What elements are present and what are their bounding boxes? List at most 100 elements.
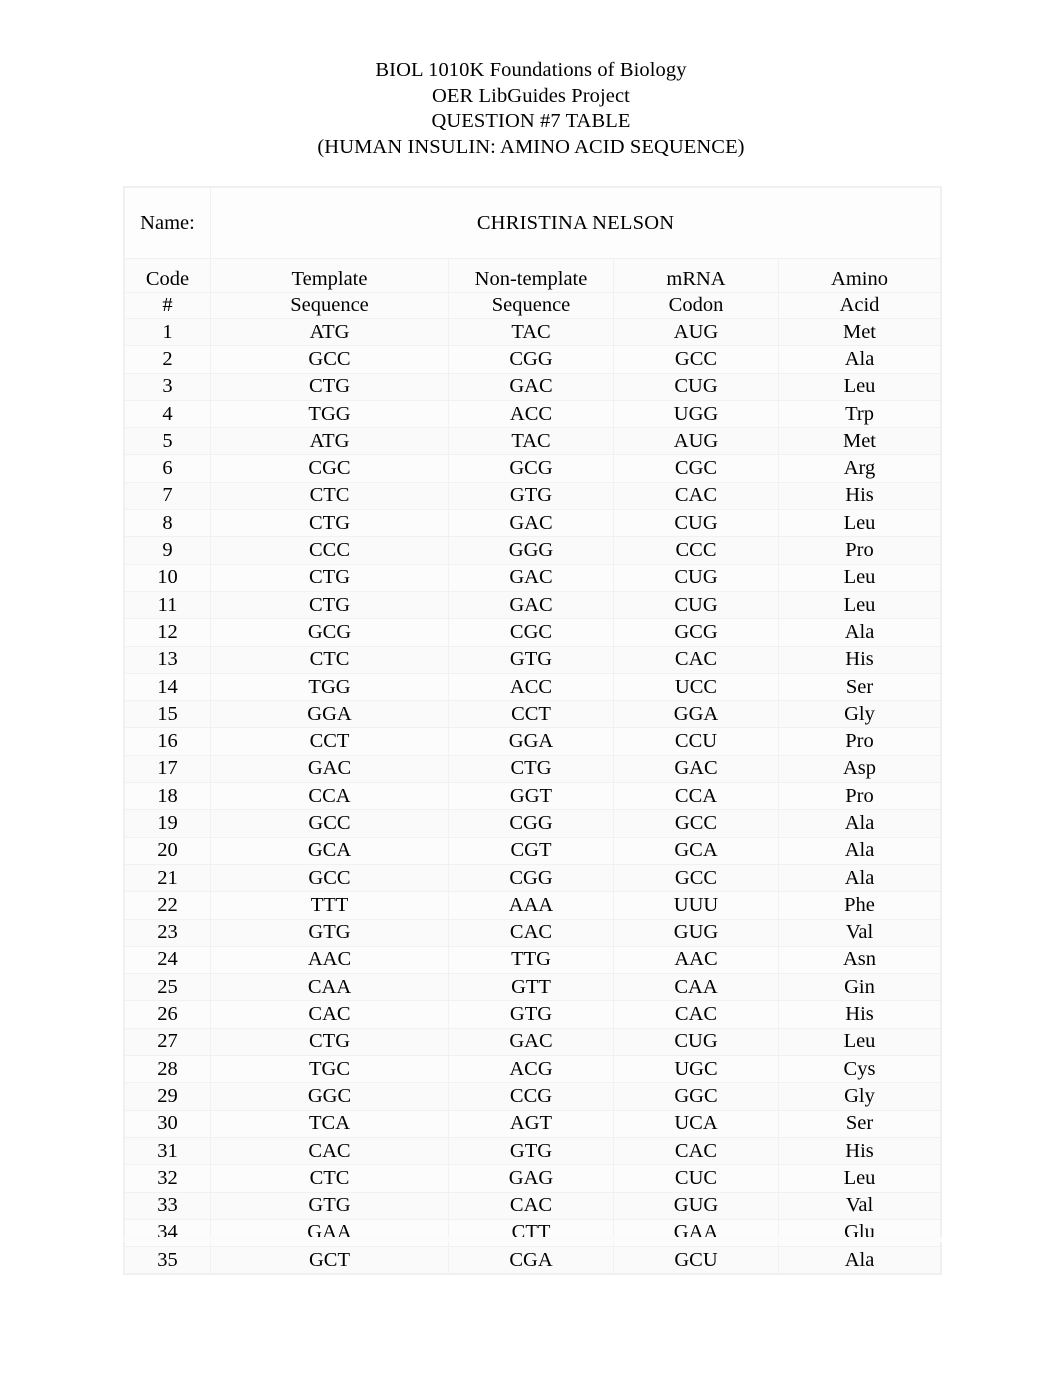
table-row: 31 CAC GTG CAC His (124, 1136, 942, 1166)
cell-code-number: 12 (124, 618, 211, 647)
cell-mrna-codon: AAC (613, 945, 779, 975)
cell-template-sequence: GCG (210, 618, 449, 647)
cell-nontemplate-sequence: ACC (448, 672, 614, 702)
cell-template-sequence: CCC (210, 536, 449, 565)
cell-nontemplate-sequence: CGT (448, 836, 614, 865)
header-template-sub: Sequence (210, 292, 449, 319)
header-row-secondary: # Sequence Sequence Codon Acid (124, 292, 942, 319)
cell-template-sequence: GCC (210, 863, 449, 893)
table-row: 3 CTG GAC CUG Leu (124, 372, 942, 401)
cell-mrna-codon: CUG (613, 372, 779, 401)
cell-mrna-codon: GUG (613, 918, 779, 947)
table-row: 22 TTT AAA UUU Phe (124, 891, 942, 920)
cell-mrna-codon: GGC (613, 1082, 779, 1111)
cell-code-number: 26 (124, 1000, 211, 1029)
cell-mrna-codon: UGC (613, 1055, 779, 1084)
cell-amino-acid: Trp (777, 399, 942, 429)
cell-amino-acid: Glu (777, 1218, 942, 1248)
cell-code-number: 9 (124, 536, 211, 565)
cell-mrna-codon: GCU (613, 1246, 779, 1275)
cell-nontemplate-sequence: GAG (448, 1164, 614, 1193)
cell-mrna-codon: CAC (613, 1136, 779, 1166)
cell-mrna-codon: GCC (613, 345, 779, 374)
document-heading: BIOL 1010K Foundations of Biology OER Li… (0, 0, 1062, 160)
cell-code-number: 25 (124, 973, 211, 1002)
cell-code-number: 18 (124, 782, 211, 811)
table-row: 12 GCG CGC GCG Ala (124, 618, 942, 647)
cell-amino-acid: His (777, 645, 942, 674)
cell-amino-acid: Leu (777, 590, 942, 620)
cell-code-number: 34 (124, 1218, 211, 1248)
cell-mrna-codon: CAC (613, 481, 779, 511)
cell-amino-acid: Asp (777, 754, 942, 784)
header-code: Code (124, 258, 211, 293)
cell-nontemplate-sequence: CGG (448, 809, 614, 838)
cell-amino-acid: Ser (777, 1109, 942, 1138)
table-row: 16 CCT GGA CCU Pro (124, 727, 942, 756)
cell-nontemplate-sequence: GTG (448, 1136, 614, 1166)
table-row: 32 CTC GAG CUC Leu (124, 1164, 942, 1193)
cell-amino-acid: Met (777, 317, 942, 347)
header-mrna-sub: Codon (613, 292, 779, 319)
cell-code-number: 10 (124, 563, 211, 592)
cell-code-number: 17 (124, 754, 211, 784)
table-row: 4 TGG ACC UGG Trp (124, 399, 942, 429)
table-row: 34 GAA CTT GAA Glu (124, 1218, 942, 1248)
cell-code-number: 33 (124, 1191, 211, 1220)
cell-amino-acid: Leu (777, 563, 942, 592)
cell-template-sequence: CAC (210, 1136, 449, 1166)
cell-nontemplate-sequence: GAC (448, 563, 614, 592)
cell-amino-acid: Ser (777, 672, 942, 702)
cell-template-sequence: CTG (210, 590, 449, 620)
cell-code-number: 24 (124, 945, 211, 975)
cell-mrna-codon: CUC (613, 1164, 779, 1193)
cell-mrna-codon: CGC (613, 454, 779, 483)
cell-nontemplate-sequence: CCT (448, 700, 614, 729)
cell-amino-acid: Ala (777, 345, 942, 374)
cell-code-number: 23 (124, 918, 211, 947)
cell-template-sequence: ATG (210, 317, 449, 347)
cell-mrna-codon: CUG (613, 563, 779, 592)
cell-amino-acid: Val (777, 918, 942, 947)
cell-code-number: 28 (124, 1055, 211, 1084)
header-code-sub: # (124, 292, 211, 319)
cell-code-number: 27 (124, 1027, 211, 1057)
cell-code-number: 1 (124, 317, 211, 347)
cell-nontemplate-sequence: AGT (448, 1109, 614, 1138)
cell-mrna-codon: CCU (613, 727, 779, 756)
cell-amino-acid: Leu (777, 1164, 942, 1193)
cell-nontemplate-sequence: GGA (448, 727, 614, 756)
cell-template-sequence: CTG (210, 1027, 449, 1057)
table-row: 8 CTG GAC CUG Leu (124, 509, 942, 538)
cell-mrna-codon: CUG (613, 509, 779, 538)
header-mrna: mRNA (613, 258, 779, 293)
cell-code-number: 2 (124, 345, 211, 374)
table-row: 10 CTG GAC CUG Leu (124, 563, 942, 592)
cell-amino-acid: His (777, 1136, 942, 1166)
cell-amino-acid: His (777, 481, 942, 511)
cell-code-number: 35 (124, 1246, 211, 1275)
cell-template-sequence: TGG (210, 672, 449, 702)
cell-nontemplate-sequence: TAC (448, 427, 614, 456)
table-row: 2 GCC CGG GCC Ala (124, 345, 942, 374)
cell-amino-acid: Asn (777, 945, 942, 975)
cell-nontemplate-sequence: GAC (448, 590, 614, 620)
cell-nontemplate-sequence: TAC (448, 317, 614, 347)
cell-mrna-codon: GAA (613, 1218, 779, 1248)
cell-template-sequence: GTG (210, 1191, 449, 1220)
cell-code-number: 22 (124, 891, 211, 920)
cell-template-sequence: ATG (210, 427, 449, 456)
cell-template-sequence: CGC (210, 454, 449, 483)
cell-template-sequence: GCT (210, 1246, 449, 1275)
cell-mrna-codon: GCG (613, 618, 779, 647)
cell-code-number: 8 (124, 509, 211, 538)
cell-amino-acid: Gly (777, 700, 942, 729)
codon-table-body: Name: CHRISTINA NELSON Code Template Non… (124, 187, 942, 1275)
cell-amino-acid: Phe (777, 891, 942, 920)
cell-nontemplate-sequence: ACG (448, 1055, 614, 1084)
codon-table: Name: CHRISTINA NELSON Code Template Non… (124, 187, 942, 1275)
cell-mrna-codon: CUG (613, 1027, 779, 1057)
cell-amino-acid: Gly (777, 1082, 942, 1111)
cell-template-sequence: GAA (210, 1218, 449, 1248)
table-row: 21 GCC CGG GCC Ala (124, 863, 942, 893)
